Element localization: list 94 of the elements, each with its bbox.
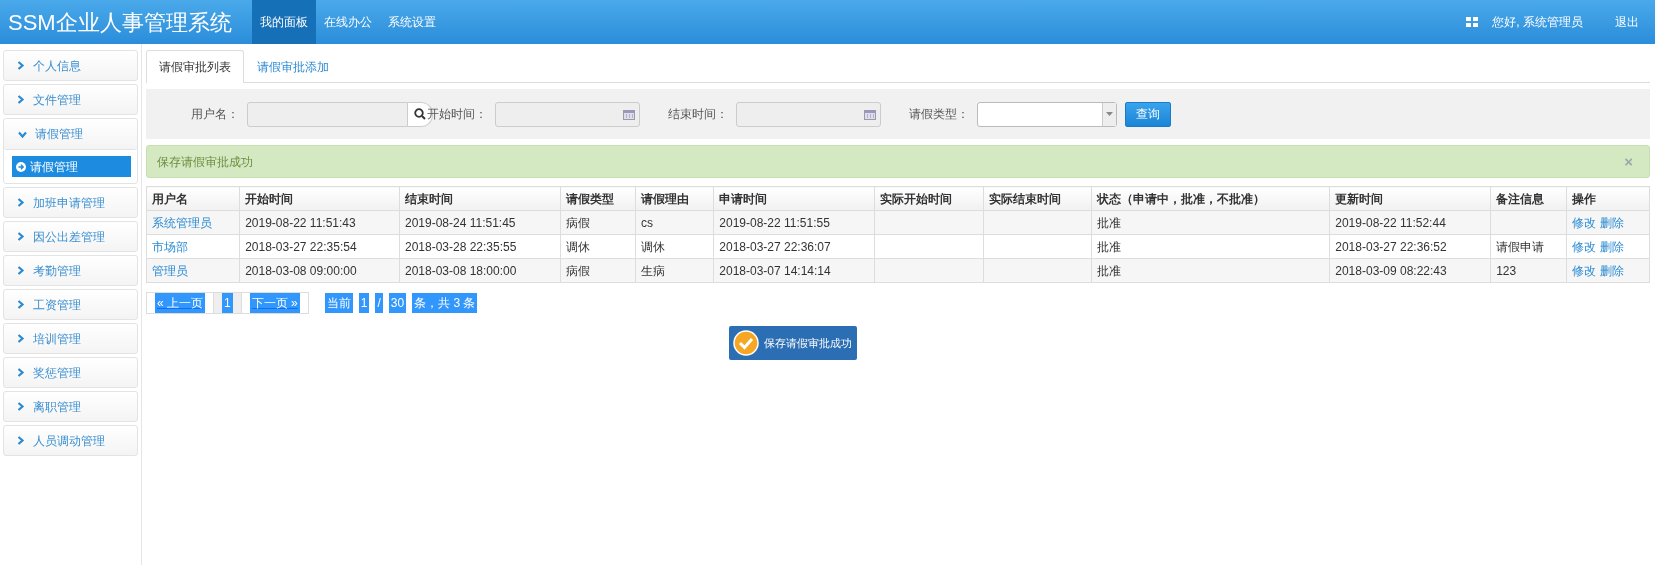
calendar-icon	[864, 108, 876, 120]
nav-link[interactable]: 我的面板	[252, 0, 316, 44]
nav-link[interactable]: 系统设置	[380, 0, 444, 44]
table-cell: 请假申请	[1496, 239, 1545, 254]
column-header: 用户名	[146, 186, 240, 211]
edit-link[interactable]: 修改	[1572, 215, 1597, 230]
field-label: 请假类型：	[909, 106, 970, 123]
nav-link[interactable]: 在线办公	[316, 0, 380, 44]
table-cell: 2019-08-22 11:51:43	[245, 215, 356, 230]
table-cell: 调休	[565, 239, 590, 254]
toast-message: 保存请假审批成功	[764, 335, 852, 351]
chevron-right-icon	[16, 300, 25, 309]
table-cell: 2019-08-22 11:52:44	[1335, 215, 1446, 230]
table-cell: cs	[640, 215, 653, 230]
column-header: 备注信息	[1490, 186, 1567, 211]
column-header: 实际结束时间	[983, 186, 1092, 211]
column-header: 开始时间	[239, 186, 400, 211]
chevron-right-icon	[16, 368, 25, 377]
app-title: SSM企业人事管理系统	[7, 8, 233, 37]
table-cell: 2018-03-27 22:35:54	[245, 239, 357, 254]
delete-link[interactable]: 删除	[1600, 215, 1625, 230]
select-field[interactable]	[977, 101, 1117, 127]
column-header: 结束时间	[399, 186, 561, 211]
table-cell: 2018-03-07 14:14:14	[719, 263, 831, 278]
sidebar-item[interactable]: 奖惩管理	[3, 357, 138, 388]
table-cell: 2018-03-27 22:36:52	[1335, 239, 1447, 254]
calendar-icon	[623, 108, 635, 120]
chevron-right-icon	[16, 232, 25, 241]
table-cell: 2018-03-09 08:22:43	[1335, 263, 1447, 278]
table-cell: 批准	[1097, 263, 1122, 278]
table-cell: 调休	[640, 239, 665, 254]
column-header: 请假类型	[560, 186, 636, 211]
chevron-right-icon	[16, 334, 25, 343]
column-header: 更新时间	[1329, 186, 1491, 211]
sidebar-subitem[interactable]: 请假管理	[12, 156, 131, 177]
edit-link[interactable]: 修改	[1572, 239, 1597, 254]
grid-icon	[1466, 17, 1479, 27]
chevron-right-icon	[16, 61, 25, 70]
column-header: 请假理由	[635, 186, 714, 211]
chevron-down-icon	[18, 129, 27, 139]
table-cell: 2018-03-08 18:00:00	[404, 263, 517, 278]
table-cell: 病假	[565, 215, 590, 230]
field-label: 结束时间：	[668, 106, 729, 123]
table-cell: 2019-08-24 11:51:45	[404, 215, 516, 230]
date-field[interactable]	[495, 101, 640, 127]
chevron-right-icon	[16, 266, 25, 275]
alert-message: 保存请假审批成功	[157, 153, 253, 171]
field-label: 开始时间：	[427, 106, 488, 123]
table-cell: 2018-03-28 22:35:55	[404, 239, 517, 254]
date-field[interactable]	[736, 101, 881, 127]
page-number[interactable]: 1	[214, 292, 241, 314]
column-header: 状态（申请中，批准，不批准）	[1091, 186, 1330, 211]
sidebar-item[interactable]: 因公出差管理	[3, 221, 138, 252]
table-cell: 2018-03-08 09:00:00	[245, 263, 357, 278]
caret-icon	[1106, 112, 1113, 116]
sidebar-item[interactable]: 加班申请管理	[3, 187, 138, 218]
prev-page-link[interactable]: « 上一页	[146, 292, 214, 314]
edit-link[interactable]: 修改	[1572, 263, 1597, 278]
checkmark-icon	[733, 330, 759, 356]
table-cell: 生病	[640, 263, 665, 278]
chevron-right-icon	[16, 402, 25, 411]
next-page-link[interactable]: 下一页 »	[240, 292, 309, 314]
table-cell: 批准	[1097, 239, 1122, 254]
field-label: 用户名：	[191, 106, 240, 123]
input-field[interactable]	[247, 101, 408, 127]
delete-link[interactable]: 删除	[1600, 239, 1625, 254]
sidebar-item[interactable]: 个人信息	[3, 50, 138, 81]
table-cell: 123	[1496, 263, 1517, 278]
sidebar-item[interactable]: 培训管理	[3, 323, 138, 354]
sidebar-item[interactable]: 工资管理	[3, 289, 138, 320]
sidebar-item[interactable]: 离职管理	[3, 391, 138, 422]
query-button[interactable]: 查询	[1125, 101, 1171, 127]
table-cell: 2018-03-27 22:36:07	[719, 239, 831, 254]
logout-link[interactable]: 退出	[1607, 0, 1647, 44]
arrow-circle-icon	[16, 161, 26, 172]
table-cell: 病假	[565, 263, 590, 278]
sidebar-item[interactable]: 人员调动管理	[3, 425, 138, 456]
table-cell: 2019-08-22 11:51:55	[719, 215, 830, 230]
column-header: 操作	[1566, 186, 1650, 211]
chevron-right-icon	[16, 436, 25, 445]
table-cell: 批准	[1097, 215, 1122, 230]
user-greeting: 您好, 系统管理员	[1492, 14, 1583, 31]
sidebar-item[interactable]: 考勤管理	[3, 255, 138, 286]
tab[interactable]: 请假审批列表	[146, 50, 244, 83]
column-header: 实际开始时间	[874, 186, 984, 211]
tab[interactable]: 请假审批添加	[244, 50, 342, 82]
delete-link[interactable]: 删除	[1600, 263, 1625, 278]
close-button[interactable]: ×	[1618, 153, 1639, 170]
page-info: 当前 1 / 30 条，共 3 条	[324, 293, 478, 313]
chevron-right-icon	[16, 95, 25, 104]
search-icon	[414, 108, 426, 120]
chevron-right-icon	[16, 198, 25, 207]
column-header: 申请时间	[713, 186, 875, 211]
sidebar-item[interactable]: 文件管理	[3, 84, 138, 115]
